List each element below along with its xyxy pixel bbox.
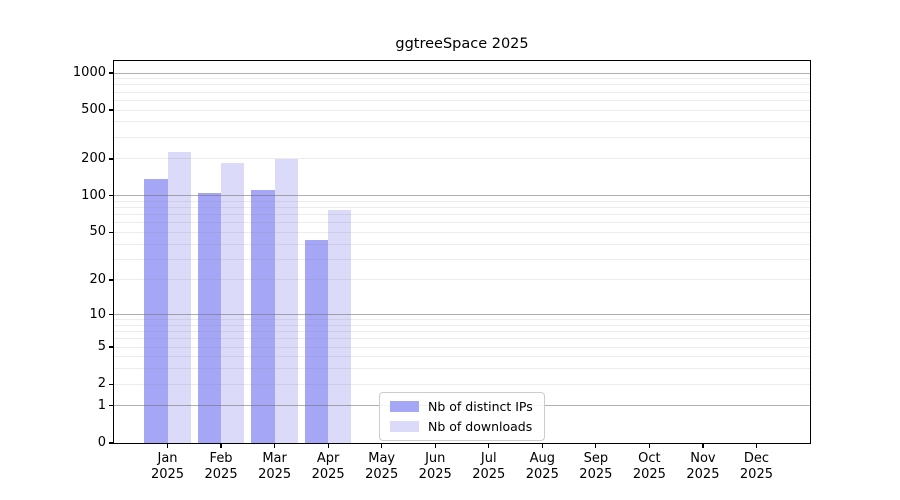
x-tick-label-jun: Jun 2025 xyxy=(418,451,452,482)
x-tick-may xyxy=(381,443,383,448)
gridline-minor-60 xyxy=(114,222,810,224)
gridline-minor-3 xyxy=(114,368,810,370)
y-tick-label-20: 20 xyxy=(89,271,106,287)
gridline-minor-300 xyxy=(114,136,810,138)
legend-swatch-distinct-ips xyxy=(390,401,419,412)
y-tick-label-1: 1 xyxy=(97,397,106,413)
x-tick-label-nov: Nov 2025 xyxy=(686,451,720,482)
gridline-minor-8 xyxy=(114,324,810,326)
y-tick-2 xyxy=(109,383,114,385)
gridline-minor-400 xyxy=(114,121,810,123)
gridline-minor-20 xyxy=(114,279,810,281)
x-tick-label-oct: Oct 2025 xyxy=(632,451,666,482)
gridline-minor-700 xyxy=(114,91,810,93)
x-tick-dec xyxy=(755,443,758,448)
x-tick-label-may: May 2025 xyxy=(365,451,399,482)
gridline-minor-80 xyxy=(114,207,810,209)
y-tick-0 xyxy=(109,442,114,444)
chart-title: ggtreeSpace 2025 xyxy=(395,36,529,52)
gridline-minor-40 xyxy=(114,243,810,245)
gridline-minor-50 xyxy=(114,231,810,233)
gridline-minor-5 xyxy=(114,346,810,348)
x-tick-label-aug: Aug 2025 xyxy=(525,451,559,482)
gridline-major-100 xyxy=(114,195,810,197)
y-tick-1000 xyxy=(109,72,114,74)
gridline-minor-4 xyxy=(114,356,810,358)
legend-label-distinct-ips: Nb of distinct IPs xyxy=(428,399,533,414)
y-tick-label-500: 500 xyxy=(81,102,106,118)
download-stats-chart: ggtreeSpace 2025 Nb of distinct IPs Nb o… xyxy=(0,0,900,500)
x-tick-nov xyxy=(702,443,704,448)
bar-downloads-feb xyxy=(221,162,245,443)
x-tick-label-dec: Dec 2025 xyxy=(739,451,773,482)
legend-item-distinct-ips: Nb of distinct IPs xyxy=(390,399,534,414)
y-tick-label-2: 2 xyxy=(97,376,106,392)
x-tick-label-apr: Apr 2025 xyxy=(311,451,345,482)
gridline-minor-600 xyxy=(114,99,810,101)
gridline-minor-9 xyxy=(114,319,810,321)
y-tick-50 xyxy=(109,231,114,234)
x-tick-jan xyxy=(166,443,169,448)
gridline-minor-30 xyxy=(114,258,810,260)
gridline-minor-70 xyxy=(114,214,810,216)
y-tick-label-200: 200 xyxy=(81,150,106,166)
y-tick-200 xyxy=(109,158,114,160)
gridline-minor-800 xyxy=(114,84,810,86)
x-tick-feb xyxy=(220,443,222,448)
y-tick-500 xyxy=(109,109,114,111)
legend-label-downloads: Nb of downloads xyxy=(428,419,533,434)
x-tick-label-sep: Sep 2025 xyxy=(579,451,613,482)
x-tick-label-mar: Mar 2025 xyxy=(258,451,292,482)
x-tick-aug xyxy=(541,443,543,448)
x-tick-mar xyxy=(274,443,276,448)
x-tick-jul xyxy=(488,443,490,448)
y-tick-1 xyxy=(109,405,114,407)
bar-distinct-ips-jan xyxy=(144,178,168,443)
gridline-minor-90 xyxy=(114,200,810,202)
y-tick-label-1000: 1000 xyxy=(72,65,106,80)
y-tick-100 xyxy=(109,195,114,197)
y-tick-label-5: 5 xyxy=(97,339,106,355)
x-tick-apr xyxy=(327,443,329,448)
y-tick-5 xyxy=(109,346,114,348)
bar-distinct-ips-apr xyxy=(304,240,329,443)
x-tick-label-jan: Jan 2025 xyxy=(150,451,185,482)
legend-item-downloads: Nb of downloads xyxy=(390,419,534,434)
y-tick-label-10: 10 xyxy=(89,306,106,322)
gridline-minor-200 xyxy=(114,158,810,160)
bar-downloads-apr xyxy=(328,209,352,443)
gridline-minor-900 xyxy=(114,78,810,80)
x-tick-label-jul: Jul 2025 xyxy=(472,451,506,482)
gridline-minor-500 xyxy=(114,109,810,111)
legend: Nb of distinct IPs Nb of downloads xyxy=(379,392,545,441)
x-tick-sep xyxy=(595,443,597,448)
y-tick-10 xyxy=(109,313,114,316)
y-tick-label-100: 100 xyxy=(81,187,106,203)
x-tick-label-feb: Feb 2025 xyxy=(204,451,238,482)
gridline-major-1000 xyxy=(114,72,810,74)
gridline-minor-6 xyxy=(114,338,810,340)
x-tick-oct xyxy=(648,443,650,448)
gridline-minor-2 xyxy=(114,383,810,385)
y-tick-label-50: 50 xyxy=(89,224,106,240)
gridline-minor-7 xyxy=(114,331,810,333)
y-tick-label-0: 0 xyxy=(97,435,106,450)
y-tick-20 xyxy=(109,279,114,281)
x-tick-jun xyxy=(434,443,436,448)
legend-swatch-downloads xyxy=(390,421,419,432)
gridline-major-10 xyxy=(114,314,810,316)
